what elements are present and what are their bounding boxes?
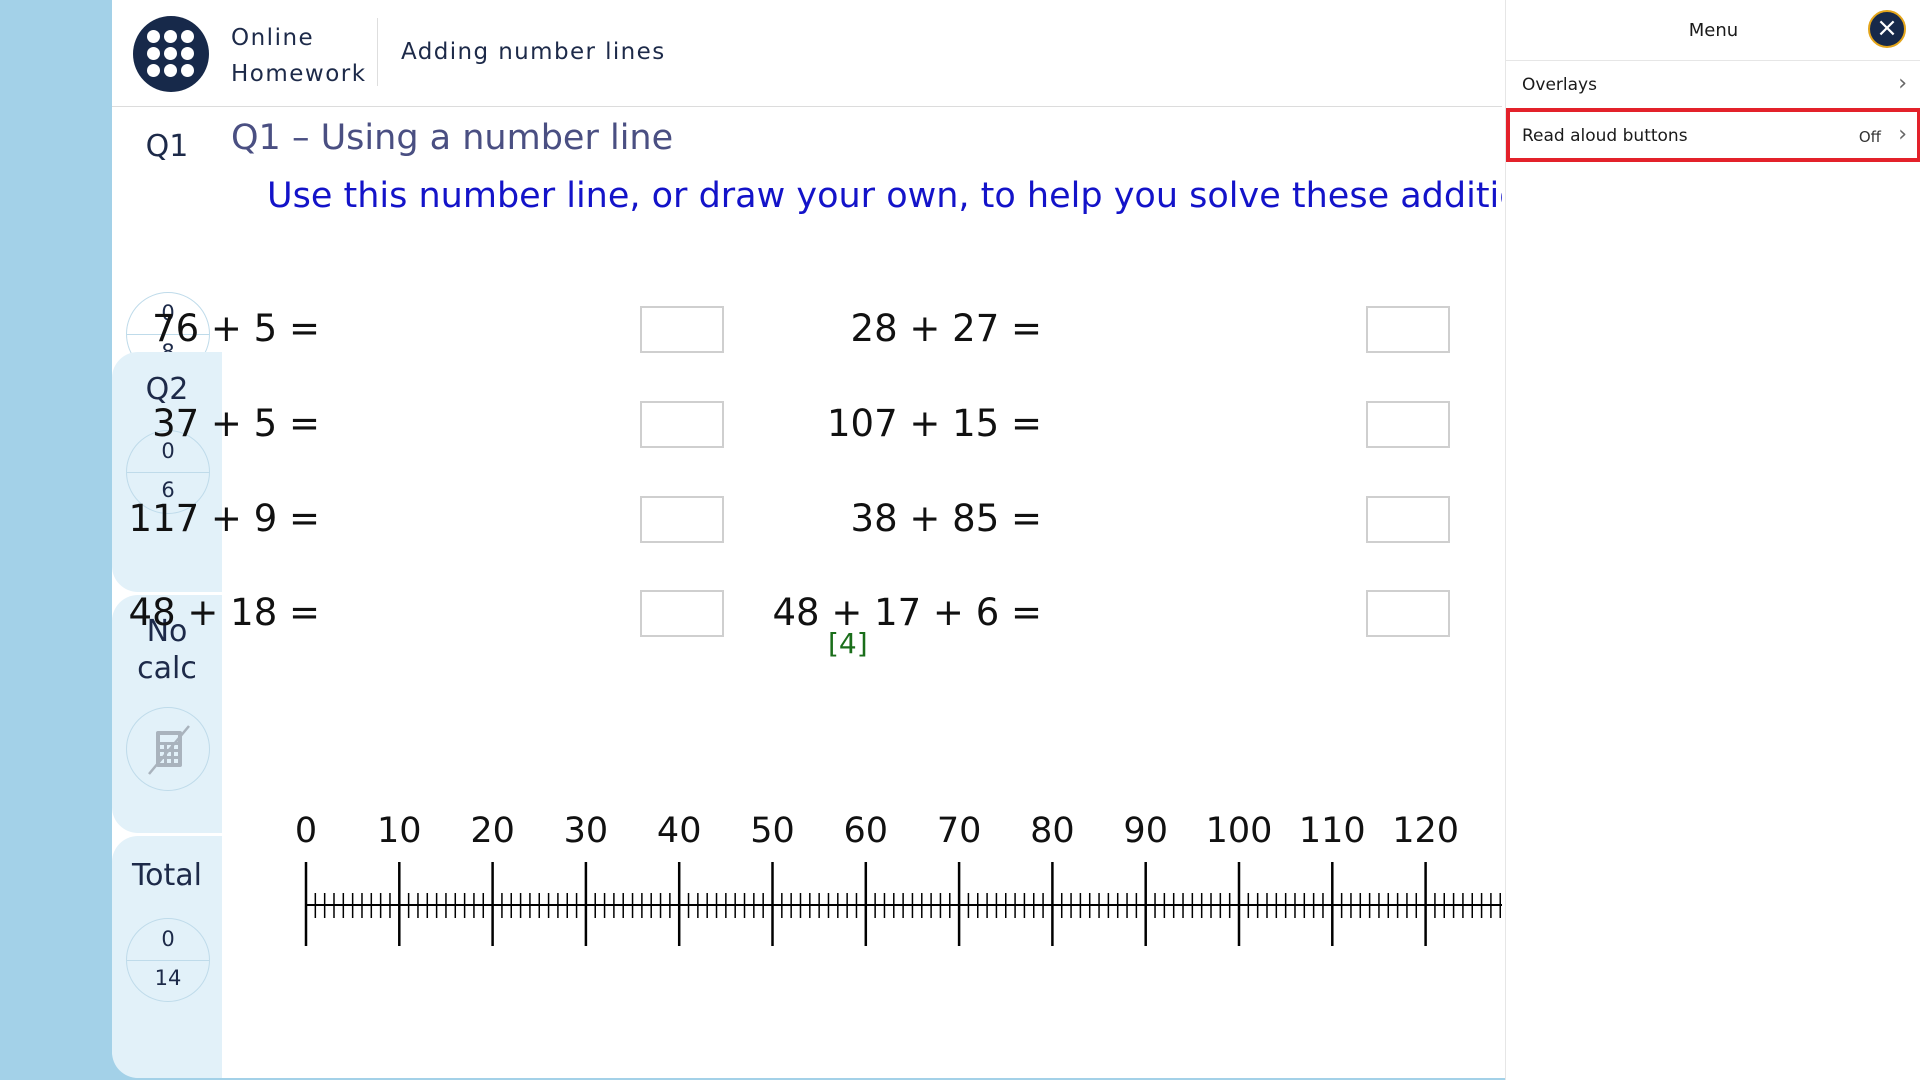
menu-panel: Menu × Overlays › Read aloud buttons Off…: [1505, 0, 1920, 1080]
menu-item-read-aloud[interactable]: Read aloud buttons Off ›: [1506, 108, 1920, 162]
tick-label: 20: [470, 811, 515, 851]
tick-label: 10: [377, 811, 422, 851]
tick-label: 30: [564, 811, 609, 851]
tick-label: 60: [844, 811, 889, 851]
chevron-right-icon: ›: [1898, 122, 1907, 147]
close-icon[interactable]: ×: [1868, 10, 1906, 48]
tick-label: 100: [1206, 811, 1273, 851]
menu-item-value: Off: [1858, 128, 1881, 146]
tick-label: 0: [295, 811, 317, 851]
tick-label: 80: [1030, 811, 1075, 851]
tick-label: 70: [937, 811, 982, 851]
menu-item-label: Read aloud buttons: [1522, 126, 1688, 146]
number-line: 01020304050607080901001101201: [295, 811, 1502, 946]
tick-label: 110: [1299, 811, 1366, 851]
tick-label: 40: [657, 811, 702, 851]
menu-item-label: Overlays: [1522, 75, 1597, 95]
question-content: Q1 – Using a number line Use this number…: [112, 0, 1502, 1078]
menu-item-overlays[interactable]: Overlays ›: [1506, 60, 1920, 110]
menu-title: Menu: [1688, 20, 1739, 41]
tick-label: 120: [1392, 811, 1459, 851]
tick-label: 50: [750, 811, 795, 851]
chevron-right-icon: ›: [1898, 71, 1907, 96]
tick-label: 90: [1123, 811, 1168, 851]
